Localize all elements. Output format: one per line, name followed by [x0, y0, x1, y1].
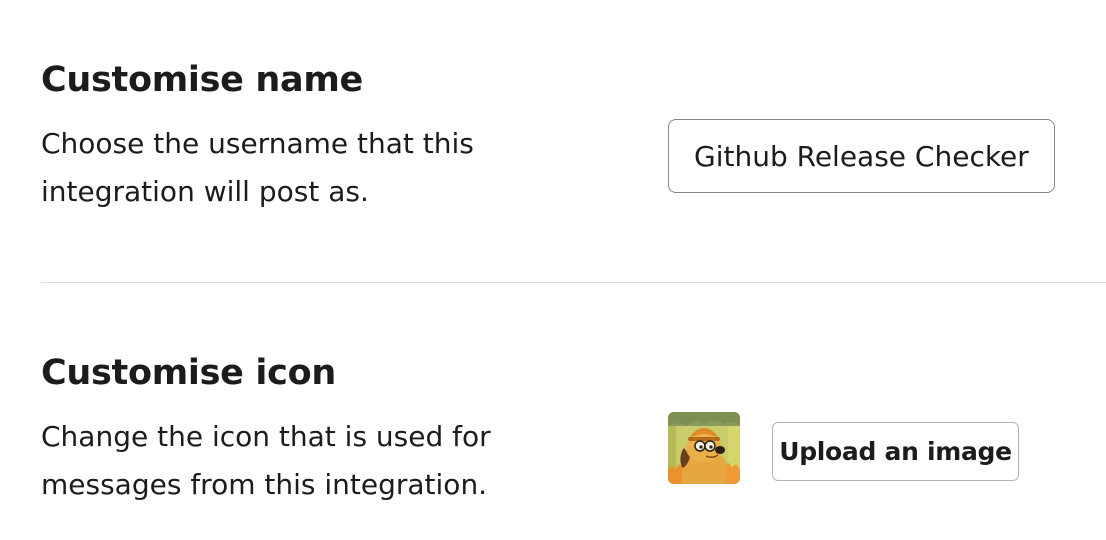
customise-name-description: Choose the username that this integratio…	[41, 127, 474, 208]
this-is-fine-dog-icon	[668, 412, 740, 484]
integration-avatar	[668, 412, 740, 484]
customise-icon-heading: Customise icon	[41, 353, 336, 393]
customise-name-heading: Customise name	[41, 60, 363, 100]
section-divider	[41, 282, 1106, 283]
username-input[interactable]	[668, 119, 1055, 193]
upload-image-button[interactable]: Upload an image	[772, 422, 1019, 481]
customise-icon-description: Change the icon that is used for message…	[41, 420, 491, 501]
